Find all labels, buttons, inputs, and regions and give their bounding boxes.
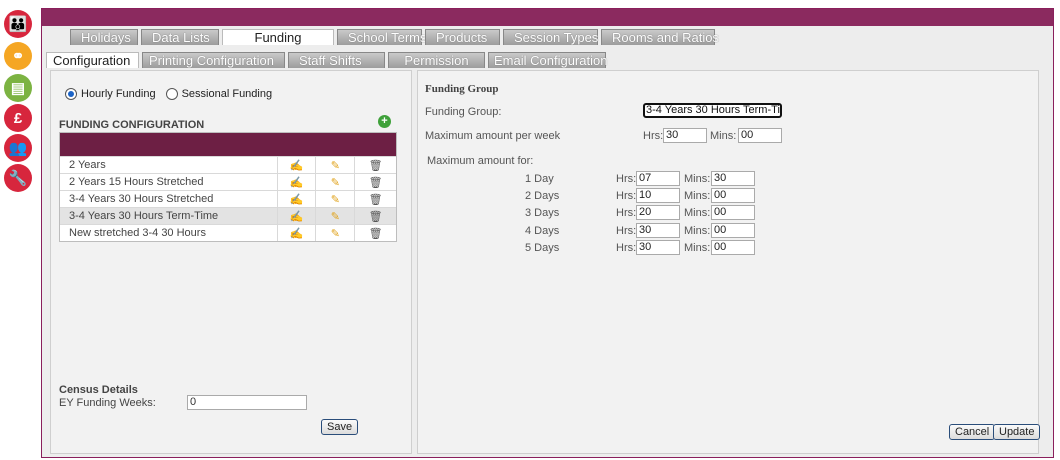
day-mins-input[interactable]: 00 [711,240,755,255]
tab-school-terms[interactable]: School Terms [337,29,427,45]
register-icon[interactable]: ▤ [4,74,32,102]
edit-pencil-icon[interactable]: ✎ [316,225,356,241]
tab-rooms-and-ratios[interactable]: Rooms and Ratios [601,29,719,45]
funding-table: 2 Years ✍ ✎ 🗑 2 Years 15 Hours Stretched… [59,132,397,242]
table-row[interactable]: 3-4 Years 30 Hours Stretched ✍ ✎ 🗑 [60,190,396,207]
day-hrs-label: Hrs: [616,173,637,185]
tab-permission[interactable]: Permission [388,52,485,68]
assign-icon[interactable]: ✍ [278,191,317,207]
week-hrs-input[interactable]: 30 [663,128,707,143]
settings-wrench-icon[interactable]: 🔧 [4,164,32,192]
assign-icon[interactable]: ✍ [278,157,317,173]
tab-configuration[interactable]: Configuration [46,52,139,68]
funding-type-options: Hourly Funding Sessional Funding [65,88,272,100]
save-button[interactable]: Save [321,419,359,435]
tab-products[interactable]: Products [425,29,500,45]
day-mins-input[interactable]: 00 [711,223,755,238]
day-mins-label: Mins: [684,225,711,237]
update-button[interactable]: Update [993,424,1041,440]
family-icon[interactable]: 👪 [4,10,32,38]
app-sidebar: 👪 ⚭ ▤ £ 👥 🔧 [0,0,40,460]
sessional-funding-radio[interactable] [165,88,178,100]
assign-icon[interactable]: ✍ [278,225,317,241]
table-row[interactable]: 2 Years ✍ ✎ 🗑 [60,156,396,173]
week-mins-label: Mins: [710,130,737,142]
max-per-week-label: Maximum amount per week [425,130,561,142]
week-mins-input[interactable]: 00 [738,128,782,143]
delete-trash-icon[interactable]: 🗑 [355,157,396,173]
max-for-label: Maximum amount for: [427,155,534,167]
row-name: 2 Years [60,157,278,173]
panel-title: Funding Group [425,83,499,95]
tab-email-configuration[interactable]: Email Configuration [488,52,607,68]
day-label: 5 Days [525,242,560,254]
day-hrs-label: Hrs: [616,207,637,219]
day-label: 1 Day [525,173,554,185]
day-hrs-input[interactable]: 30 [636,240,680,255]
funding-group-select[interactable]: 3-4 Years 30 Hours Term-Time [643,103,782,118]
funding-group-panel: Funding Group Funding Group: 3-4 Years 3… [417,70,1041,454]
pound-icon[interactable]: £ [4,104,32,132]
delete-trash-icon[interactable]: 🗑 [355,225,396,241]
table-row[interactable]: New stretched 3-4 30 Hours ✍ ✎ 🗑 [60,224,396,241]
section-title: FUNDING CONFIGURATION [59,119,205,131]
tab-printing-configuration[interactable]: Printing Configuration [142,52,285,68]
day-hrs-label: Hrs: [616,242,637,254]
cancel-button[interactable]: Cancel [949,424,996,440]
funding-config-panel: Hourly Funding Sessional Funding FUNDING… [50,70,412,454]
day-mins-input[interactable]: 00 [711,188,755,203]
tab-session-types[interactable]: Session Types [503,29,598,45]
day-mins-input[interactable]: 00 [711,205,755,220]
ey-funding-weeks-label: EY Funding Weeks: [59,397,156,409]
day-label: 2 Days [525,190,560,202]
tab-staff-shifts[interactable]: Staff Shifts [288,52,385,68]
sub-tab-row: Configuration Printing Configuration Sta… [46,52,607,68]
brand-bar [42,9,1053,26]
edit-pencil-icon[interactable]: ✎ [316,208,356,224]
delete-trash-icon[interactable]: 🗑 [355,208,396,224]
delete-trash-icon[interactable]: 🗑 [355,191,396,207]
row-name: 3-4 Years 30 Hours Stretched [60,191,278,207]
assign-icon[interactable]: ✍ [278,208,317,224]
day-hrs-input[interactable]: 10 [636,188,680,203]
day-hrs-label: Hrs: [616,190,637,202]
day-mins-label: Mins: [684,242,711,254]
day-label: 3 Days [525,207,560,219]
day-hrs-input[interactable]: 30 [636,223,680,238]
hourly-funding-label: Hourly Funding [81,88,156,100]
top-tab-row: Holidays Data Lists Funding School Terms… [70,29,719,45]
edit-pencil-icon[interactable]: ✎ [316,174,356,190]
tab-funding[interactable]: Funding [222,29,334,45]
row-name: 2 Years 15 Hours Stretched [60,174,278,190]
row-name: 3-4 Years 30 Hours Term-Time [60,208,278,224]
day-mins-label: Mins: [684,190,711,202]
census-title: Census Details [59,384,138,396]
tab-data-lists[interactable]: Data Lists [141,29,219,45]
add-icon[interactable]: + [378,115,391,128]
day-hrs-input[interactable]: 07 [636,171,680,186]
assign-icon[interactable]: ✍ [278,174,317,190]
edit-pencil-icon[interactable]: ✎ [316,191,356,207]
day-mins-label: Mins: [684,207,711,219]
table-row-selected[interactable]: 3-4 Years 30 Hours Term-Time ✍ ✎ 🗑 [60,207,396,224]
main-frame: Holidays Data Lists Funding School Terms… [41,8,1054,458]
table-row[interactable]: 2 Years 15 Hours Stretched ✍ ✎ 🗑 [60,173,396,190]
sessional-funding-label: Sessional Funding [181,88,273,100]
hourly-funding-radio[interactable] [65,88,77,100]
day-hrs-label: Hrs: [616,225,637,237]
edit-pencil-icon[interactable]: ✎ [316,157,356,173]
ey-funding-weeks-input[interactable]: 0 [187,395,307,410]
funding-group-label: Funding Group: [425,106,502,118]
table-header [60,133,396,156]
day-mins-input[interactable]: 30 [711,171,755,186]
day-mins-label: Mins: [684,173,711,185]
day-hrs-input[interactable]: 20 [636,205,680,220]
delete-trash-icon[interactable]: 🗑 [355,174,396,190]
link-icon[interactable]: ⚭ [4,42,32,70]
tab-holidays[interactable]: Holidays [70,29,138,45]
day-label: 4 Days [525,225,560,237]
week-hrs-label: Hrs: [643,130,664,142]
people-icon[interactable]: 👥 [4,134,32,162]
row-name: New stretched 3-4 30 Hours [60,225,278,241]
